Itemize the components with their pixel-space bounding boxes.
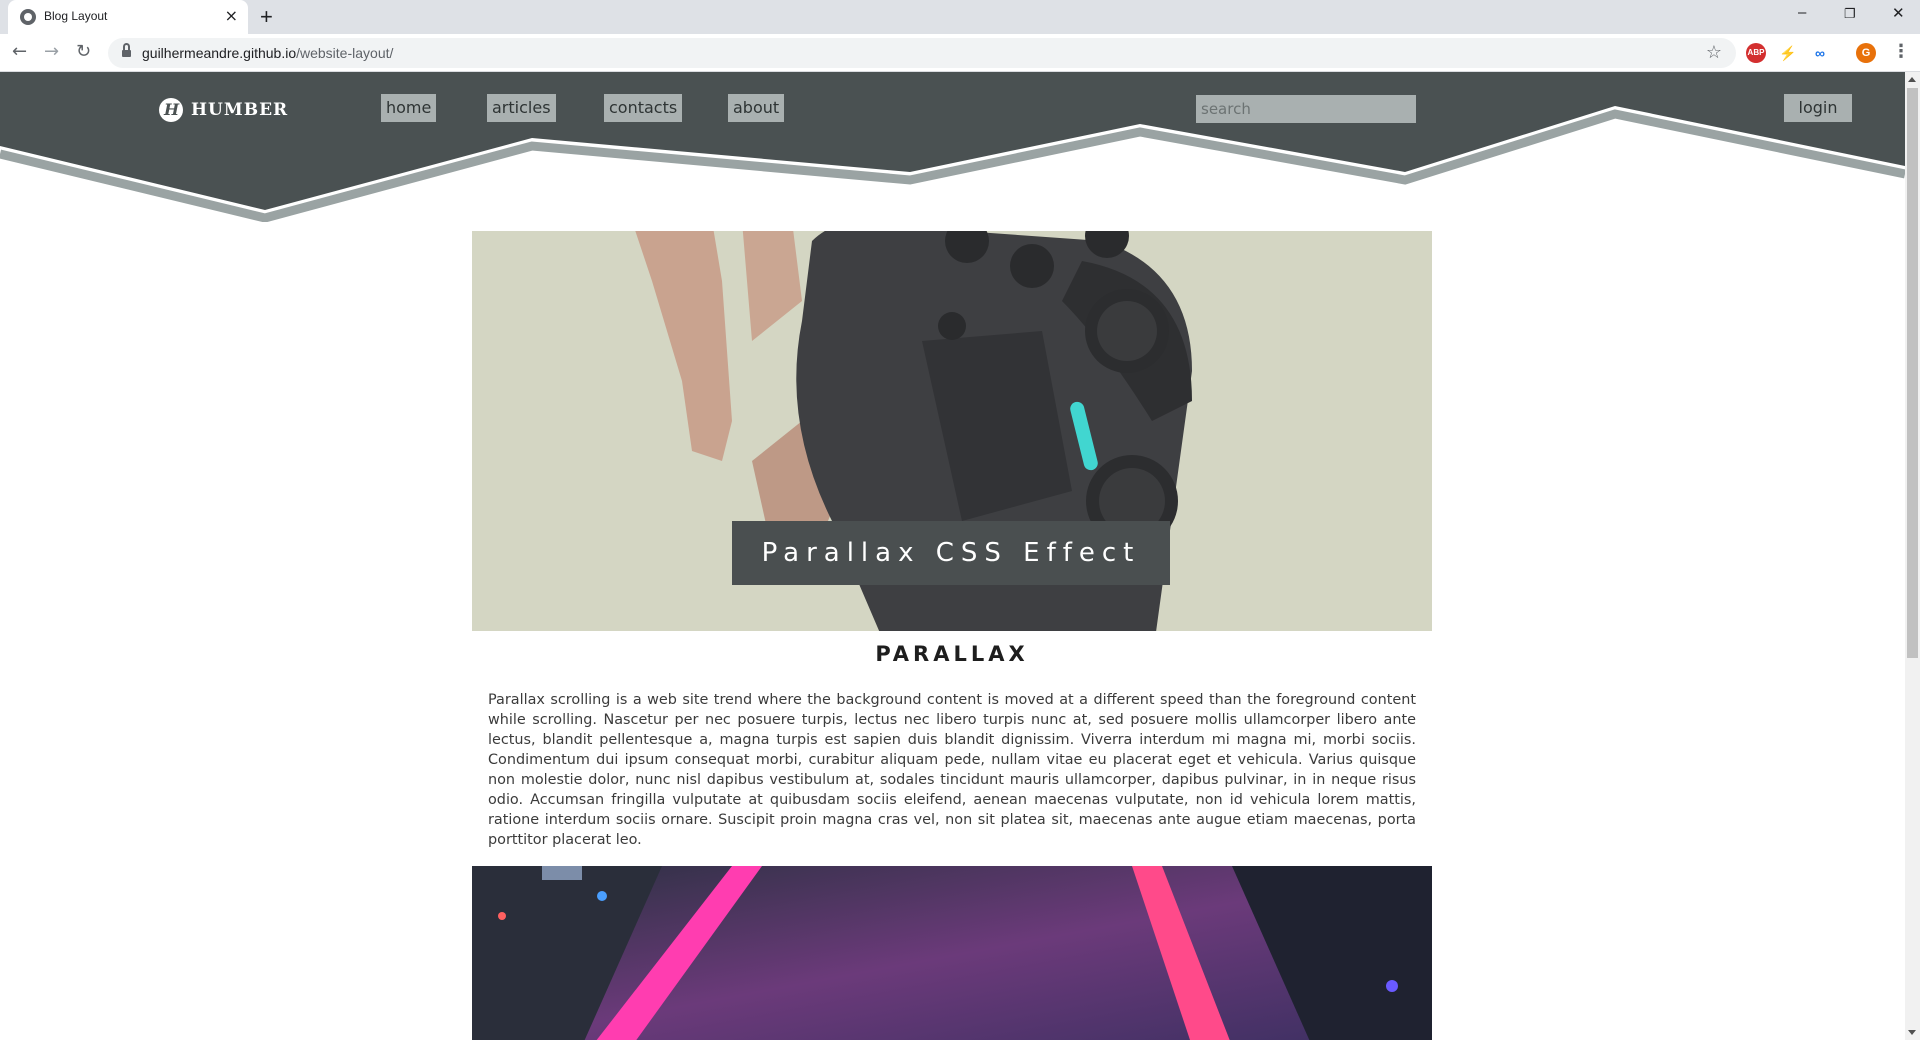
new-tab-button[interactable]: + — [260, 4, 273, 30]
login-button[interactable]: login — [1784, 94, 1852, 122]
header-background — [0, 72, 1905, 222]
page-scrollbar[interactable] — [1905, 72, 1920, 1040]
scrollbar-thumb[interactable] — [1907, 88, 1918, 658]
tab-title: Blog Layout — [44, 9, 108, 23]
bookmark-star-icon[interactable]: ☆ — [1706, 42, 1722, 63]
nav-contacts[interactable]: contacts — [604, 94, 683, 122]
address-bar[interactable]: guilhermeandre.github.io/website-layout/… — [108, 38, 1736, 68]
nav-home[interactable]: home — [381, 94, 437, 122]
scroll-up-arrow-icon[interactable] — [1908, 77, 1916, 82]
scroll-down-arrow-icon[interactable] — [1908, 1030, 1916, 1035]
browser-toolbar: ← → ↻ guilhermeandre.github.io/website-l… — [0, 34, 1920, 72]
nav-about[interactable]: about — [728, 94, 785, 122]
section-title: PARALLAX — [875, 642, 1029, 666]
lock-icon — [122, 43, 131, 58]
search-input[interactable] — [1196, 95, 1416, 123]
sync-extension-icon[interactable]: ∞ — [1810, 43, 1830, 63]
browser-tab-bar: Blog Layout × + – ❐ ✕ — [0, 0, 1920, 34]
globe-icon — [20, 9, 36, 25]
minimize-icon[interactable]: – — [1798, 4, 1806, 21]
humber-logo[interactable]: HUMBER — [159, 98, 288, 122]
reload-icon[interactable]: ↻ — [76, 41, 91, 63]
web-page: HUMBER home articles contacts about logi… — [0, 72, 1905, 1040]
browser-tab[interactable]: Blog Layout × — [8, 0, 248, 34]
neon-image — [472, 866, 1432, 1040]
restore-icon[interactable]: ❐ — [1844, 6, 1856, 22]
url-text: guilhermeandre.github.io/website-layout/ — [142, 45, 394, 61]
forward-icon[interactable]: → — [44, 41, 59, 63]
profile-avatar[interactable]: G — [1856, 43, 1876, 63]
humber-logo-icon — [159, 98, 183, 122]
nav-articles[interactable]: articles — [487, 94, 556, 122]
hero-image: Parallax CSS Effect — [472, 231, 1432, 631]
menu-kebab-icon[interactable]: ⋮ — [1892, 41, 1910, 63]
extension-icon[interactable]: ⚡ — [1778, 43, 1798, 63]
back-icon[interactable]: ← — [12, 41, 27, 63]
hero-caption: Parallax CSS Effect — [732, 521, 1170, 585]
adblock-icon[interactable]: ABP — [1746, 43, 1766, 63]
section-body: Parallax scrolling is a web site trend w… — [488, 692, 1416, 848]
close-window-icon[interactable]: ✕ — [1892, 4, 1905, 22]
close-tab-icon[interactable]: × — [225, 7, 238, 25]
